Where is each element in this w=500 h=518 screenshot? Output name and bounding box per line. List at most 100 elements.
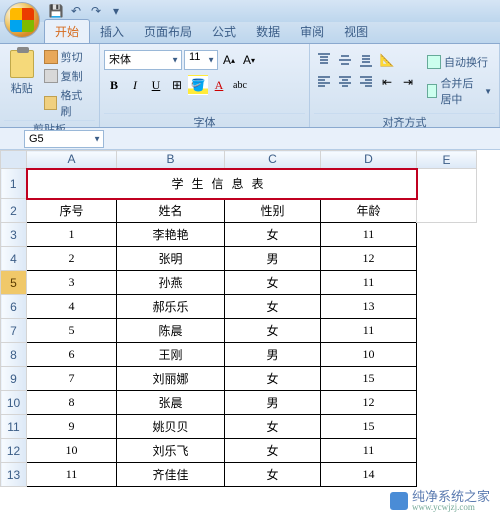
increase-indent-button[interactable]: ⇥ [398, 72, 418, 92]
sheet-title-cell[interactable]: 学生信息表 [27, 169, 417, 199]
cell[interactable]: 刘丽娜 [117, 367, 225, 391]
row-head-4[interactable]: 4 [1, 247, 27, 271]
cell[interactable]: 孙燕 [117, 271, 225, 295]
align-bottom-button[interactable] [356, 50, 376, 70]
header-cell[interactable]: 性别 [225, 199, 321, 223]
cut-button[interactable]: 剪切 [42, 48, 95, 66]
cell[interactable]: 8 [27, 391, 117, 415]
tab-formulas[interactable]: 公式 [202, 20, 246, 43]
row-head-9[interactable]: 9 [1, 367, 27, 391]
select-all-corner[interactable] [1, 151, 27, 169]
cell[interactable]: 11 [27, 463, 117, 487]
format-painter-button[interactable]: 格式刷 [42, 86, 95, 120]
row-head-5[interactable]: 5 [1, 271, 27, 295]
cell[interactable]: 10 [321, 343, 417, 367]
grow-font-button[interactable]: A▴ [220, 50, 238, 70]
cell[interactable]: 5 [27, 319, 117, 343]
row-head-7[interactable]: 7 [1, 319, 27, 343]
cell[interactable]: 刘乐飞 [117, 439, 225, 463]
undo-icon[interactable]: ↶ [68, 3, 84, 19]
cell[interactable]: 1 [27, 223, 117, 247]
cell[interactable]: 陈晨 [117, 319, 225, 343]
cell[interactable]: 12 [321, 391, 417, 415]
cell[interactable]: 男 [225, 391, 321, 415]
cell-blank[interactable] [417, 169, 477, 223]
font-name-select[interactable]: 宋体▼ [104, 50, 182, 70]
cell[interactable]: 4 [27, 295, 117, 319]
col-head-d[interactable]: D [321, 151, 417, 169]
cell[interactable]: 2 [27, 247, 117, 271]
cell[interactable]: 王刚 [117, 343, 225, 367]
shrink-font-button[interactable]: A▾ [240, 50, 258, 70]
col-head-a[interactable]: A [27, 151, 117, 169]
row-head-2[interactable]: 2 [1, 199, 27, 223]
row-head-10[interactable]: 10 [1, 391, 27, 415]
cell[interactable]: 张明 [117, 247, 225, 271]
col-head-b[interactable]: B [117, 151, 225, 169]
cell[interactable]: 男 [225, 247, 321, 271]
font-color-button[interactable]: A [209, 75, 229, 95]
cell[interactable]: 11 [321, 271, 417, 295]
italic-button[interactable]: I [125, 75, 145, 95]
cell[interactable]: 女 [225, 271, 321, 295]
fill-color-button[interactable]: 🪣 [188, 75, 208, 95]
header-cell[interactable]: 序号 [27, 199, 117, 223]
cell[interactable]: 11 [321, 319, 417, 343]
cell[interactable]: 6 [27, 343, 117, 367]
tab-view[interactable]: 视图 [334, 20, 378, 43]
merge-center-button[interactable]: 合并后居中▼ [424, 73, 495, 109]
cell[interactable]: 10 [27, 439, 117, 463]
tab-insert[interactable]: 插入 [90, 20, 134, 43]
cell[interactable]: 女 [225, 319, 321, 343]
align-right-button[interactable] [356, 72, 376, 92]
cell[interactable]: 女 [225, 295, 321, 319]
tab-review[interactable]: 审阅 [290, 20, 334, 43]
align-left-button[interactable] [314, 72, 334, 92]
row-head-11[interactable]: 11 [1, 415, 27, 439]
redo-icon[interactable]: ↷ [88, 3, 104, 19]
office-button[interactable] [4, 2, 40, 38]
align-center-button[interactable] [335, 72, 355, 92]
cell[interactable]: 郝乐乐 [117, 295, 225, 319]
align-middle-button[interactable] [335, 50, 355, 70]
cell[interactable]: 12 [321, 247, 417, 271]
align-top-button[interactable] [314, 50, 334, 70]
cell[interactable]: 女 [225, 367, 321, 391]
spreadsheet[interactable]: A B C D E 1 学生信息表 2 序号 姓名 性别 年龄 31李艳艳女11… [0, 150, 500, 487]
header-cell[interactable]: 姓名 [117, 199, 225, 223]
row-head-6[interactable]: 6 [1, 295, 27, 319]
decrease-indent-button[interactable]: ⇤ [377, 72, 397, 92]
cell[interactable]: 13 [321, 295, 417, 319]
cell[interactable]: 姚贝贝 [117, 415, 225, 439]
cell[interactable]: 女 [225, 223, 321, 247]
cell[interactable]: 11 [321, 223, 417, 247]
cell[interactable]: 李艳艳 [117, 223, 225, 247]
col-head-c[interactable]: C [225, 151, 321, 169]
row-head-8[interactable]: 8 [1, 343, 27, 367]
row-head-13[interactable]: 13 [1, 463, 27, 487]
name-box[interactable]: G5▼ [24, 130, 104, 148]
paste-button[interactable]: 粘贴 [4, 46, 40, 96]
col-head-e[interactable]: E [417, 151, 477, 169]
orientation-button[interactable]: 📐 [377, 50, 397, 70]
phonetic-button[interactable]: abc [230, 75, 250, 95]
row-head-3[interactable]: 3 [1, 223, 27, 247]
cell[interactable]: 14 [321, 463, 417, 487]
underline-button[interactable]: U [146, 75, 166, 95]
cell[interactable]: 齐佳佳 [117, 463, 225, 487]
tab-data[interactable]: 数据 [246, 20, 290, 43]
header-cell[interactable]: 年龄 [321, 199, 417, 223]
cell[interactable]: 张晨 [117, 391, 225, 415]
font-size-select[interactable]: 11▼ [184, 50, 218, 70]
cell[interactable]: 7 [27, 367, 117, 391]
cell[interactable]: 女 [225, 439, 321, 463]
row-head-1[interactable]: 1 [1, 169, 27, 199]
qat-dropdown-icon[interactable]: ▾ [108, 3, 124, 19]
cell[interactable]: 15 [321, 367, 417, 391]
cell[interactable]: 男 [225, 343, 321, 367]
cell[interactable]: 3 [27, 271, 117, 295]
tab-home[interactable]: 开始 [44, 19, 90, 43]
row-head-12[interactable]: 12 [1, 439, 27, 463]
cell[interactable]: 9 [27, 415, 117, 439]
save-icon[interactable]: 💾 [48, 3, 64, 19]
